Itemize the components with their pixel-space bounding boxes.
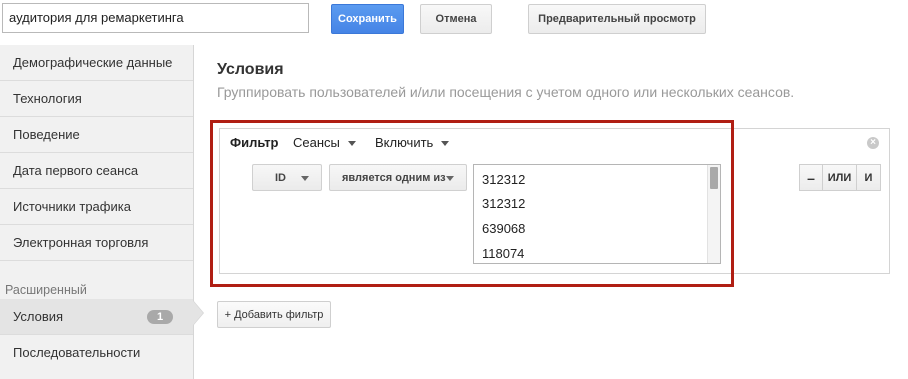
- chevron-down-icon: [301, 176, 309, 181]
- sidebar: Демографические данные Технология Поведе…: [0, 45, 194, 379]
- and-button[interactable]: И: [856, 164, 881, 191]
- save-button[interactable]: Сохранить: [331, 4, 404, 34]
- filter-label: Фильтр: [230, 135, 279, 150]
- sidebar-item-conditions[interactable]: Условия 1: [0, 299, 193, 335]
- dimension-select[interactable]: ID: [252, 164, 322, 191]
- list-item: 639068: [482, 221, 526, 236]
- chevron-down-icon: [347, 141, 356, 147]
- dimension-select-label: ID: [275, 171, 286, 184]
- scope-dropdown[interactable]: Сеансы: [293, 135, 356, 150]
- audience-name-input[interactable]: аудитория для ремаркетинга: [2, 3, 309, 33]
- list-item: 118074: [482, 246, 525, 261]
- add-filter-button[interactable]: + Добавить фильтр: [217, 301, 331, 328]
- sidebar-item-demographics[interactable]: Демографические данные: [0, 45, 193, 81]
- page-subtitle: Группировать пользователей и/или посещен…: [217, 84, 795, 100]
- mode-dropdown[interactable]: Включить: [375, 135, 450, 150]
- close-icon[interactable]: ×: [867, 137, 879, 149]
- preview-button[interactable]: Предварительный просмотр: [528, 4, 706, 34]
- list-item: 312312: [482, 196, 526, 211]
- sidebar-item-ecommerce[interactable]: Электронная торговля: [0, 225, 193, 261]
- cancel-button[interactable]: Отмена: [420, 4, 492, 34]
- chevron-down-icon: [446, 176, 454, 181]
- page-title: Условия: [217, 61, 284, 78]
- operator-select-label: является одним из: [342, 171, 446, 184]
- or-button[interactable]: ИЛИ: [822, 164, 857, 191]
- sidebar-item-behavior[interactable]: Поведение: [0, 117, 193, 153]
- sidebar-item-label: Условия: [13, 309, 64, 324]
- operator-select[interactable]: является одним из: [329, 164, 467, 191]
- sidebar-item-first-session-date[interactable]: Дата первого сеанса: [0, 153, 193, 189]
- scrollbar[interactable]: [707, 165, 720, 263]
- scrollbar-thumb[interactable]: [710, 167, 718, 189]
- values-textarea[interactable]: 312312 312312 639068 118074: [473, 164, 721, 264]
- remove-condition-button[interactable]: –: [799, 164, 823, 191]
- count-badge: 1: [147, 310, 173, 324]
- list-item: 312312: [482, 172, 526, 187]
- sidebar-item-traffic-sources[interactable]: Источники трафика: [0, 189, 193, 225]
- scope-dropdown-label: Сеансы: [293, 135, 340, 150]
- sidebar-section-advanced: Расширенный: [5, 283, 87, 297]
- sidebar-item-sequences[interactable]: Последовательности: [0, 335, 193, 371]
- top-toolbar: аудитория для ремаркетинга Сохранить Отм…: [0, 0, 908, 42]
- sidebar-item-technology[interactable]: Технология: [0, 81, 193, 117]
- chevron-down-icon: [441, 141, 450, 147]
- mode-dropdown-label: Включить: [375, 135, 434, 150]
- active-pointer-fill: [193, 301, 203, 325]
